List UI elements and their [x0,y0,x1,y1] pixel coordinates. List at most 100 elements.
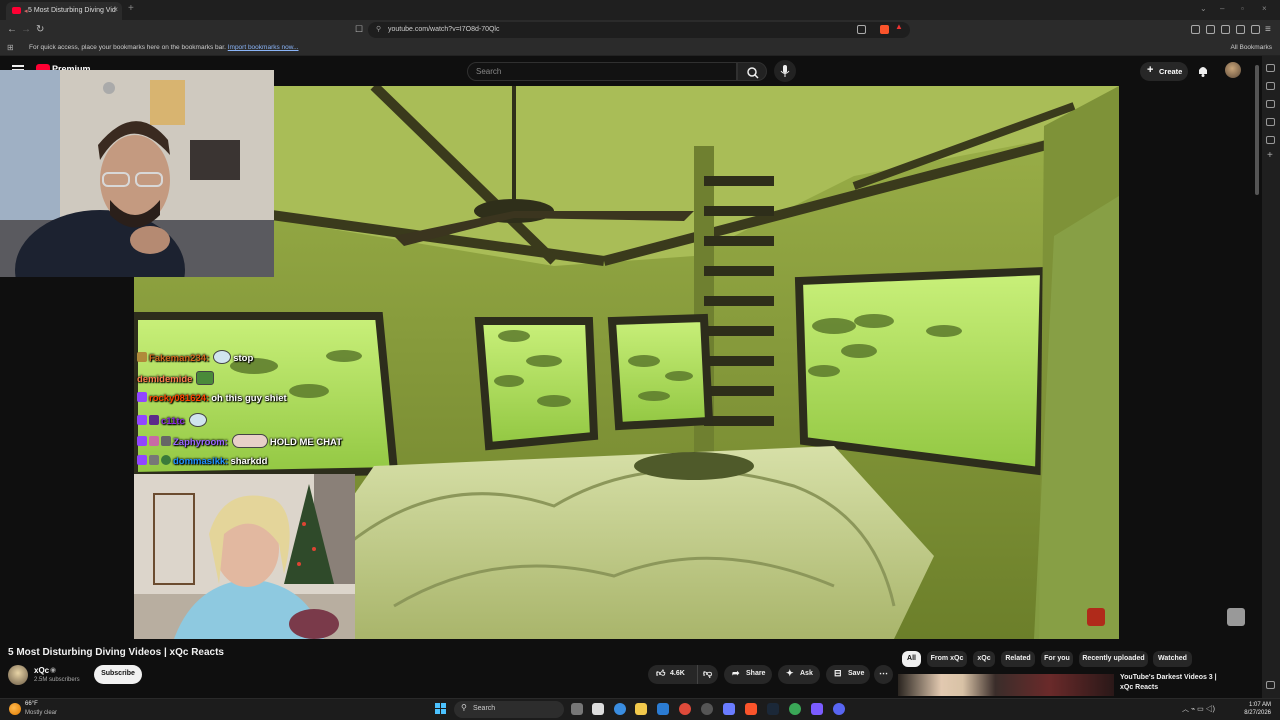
microphone-icon [780,65,790,77]
save-button[interactable]: ⊟ Save [826,665,870,684]
bookmarks-bar: ⊞ For quick access, place your bookmarks… [0,40,1280,56]
chip-all[interactable]: All [902,651,921,667]
brave-rewards-icon[interactable]: ▲ [895,22,904,31]
forward-button[interactable]: → [21,24,31,35]
chat-message: dommasikk: sharkdd [137,455,267,471]
chip-for-you[interactable]: For you [1041,651,1073,667]
chat-badge-icon [161,455,171,465]
close-window-button[interactable]: × [1262,4,1267,13]
brave-shield-icon[interactable] [880,25,889,34]
clock-date: 8/27/2026 [1244,710,1271,716]
menu-icon[interactable]: ≡ [1265,24,1271,35]
share-label: Share [746,670,766,677]
vpn-app-icon[interactable] [723,703,735,715]
taskbar-clock[interactable]: 1:07 AM 8/27/2026 [1241,701,1271,717]
chat-badge-icon [137,455,147,465]
sidebar-icon[interactable] [1221,25,1230,34]
bookmark-icon[interactable]: ☐ [355,24,363,35]
obs-icon[interactable] [701,703,713,715]
discord-icon[interactable] [833,703,845,715]
copilot-icon[interactable] [614,703,626,715]
more-horizontal-icon: ⋯ [879,668,888,678]
browser-tab[interactable]: ◂ 5 Most Disturbing Diving Vid × [6,2,122,20]
teams-icon[interactable] [811,703,823,715]
share-button[interactable]: ➦ Share [724,665,772,684]
sidebar-reading-list-icon[interactable] [1266,100,1275,108]
maximize-button[interactable]: ▫ [1241,4,1244,13]
dislike-button[interactable]: 👎︎ [697,665,717,684]
weather-moon-icon[interactable] [9,703,21,715]
app-icon[interactable] [789,703,801,715]
chip-recently-uploaded[interactable]: Recently uploaded [1079,651,1148,667]
wallet-icon[interactable] [1236,25,1245,34]
chat-badge-icon [137,392,147,402]
import-bookmarks-link[interactable]: Import bookmarks now... [228,44,299,51]
weather-temperature[interactable]: 66°F [25,701,38,707]
ask-button[interactable]: ✦ Ask [778,665,820,684]
brave-browser-icon[interactable] [745,703,757,715]
widgets-icon[interactable] [592,703,604,715]
browser-tab-strip: ◂ 5 Most Disturbing Diving Vid × + ⌄ – ▫… [0,0,1280,20]
sidebar-settings-icon[interactable] [1266,681,1275,689]
account-avatar[interactable] [1225,62,1241,78]
back-button[interactable]: ← [7,24,17,35]
close-tab-icon[interactable]: × [113,5,118,14]
recommended-video-thumbnail[interactable] [898,674,1114,696]
twitch-chat-overlay: Fakeman234: stop demidemide rocky081624: o… [137,350,387,472]
url-text: youtube.com/watch?v=I7O8d-70Qlc [388,26,500,33]
mail-icon[interactable] [657,703,669,715]
voice-search-button[interactable] [774,60,796,82]
chat-emote-icon [188,413,207,427]
site-info-icon[interactable]: ⚲ [376,25,381,33]
media-icon[interactable] [1206,25,1215,34]
chip-xqc[interactable]: xQc [973,651,995,667]
sidebar-add-icon[interactable]: + [1267,150,1273,161]
chip-watched[interactable]: Watched [1153,651,1192,667]
system-tray-icons[interactable]: ︿ ⌁ ▭ ◁) [1182,704,1215,714]
address-bar[interactable]: ⚲ youtube.com/watch?v=I7O8d-70Qlc [368,22,910,38]
sparkle-icon: ✦ [786,668,794,678]
taskbar-search-label: Search [473,705,496,712]
channel-avatar[interactable] [8,665,28,685]
search-button[interactable] [737,62,767,81]
more-actions-button[interactable]: ⋯ [874,665,893,684]
channel-name[interactable]: xQc [34,666,49,675]
chevron-down-icon[interactable]: ⌄ [1200,4,1207,13]
extensions-icon[interactable] [1191,25,1200,34]
clock-time: 1:07 AM [1248,702,1271,708]
create-button[interactable]: + Create [1140,62,1188,81]
chip-from-xqc[interactable]: From xQc [927,651,967,667]
file-explorer-icon[interactable] [635,703,647,715]
chat-badge-icon [137,352,147,362]
search-icon: ⚲ [461,703,467,712]
chrome-icon[interactable] [679,703,691,715]
minimize-button[interactable]: – [1220,4,1224,13]
sidebar-diamond-icon[interactable] [1266,64,1275,72]
notifications-bell-icon[interactable] [1197,64,1209,77]
cast-icon[interactable] [857,25,866,34]
steam-icon[interactable] [767,703,779,715]
windows-start-icon[interactable] [435,703,447,715]
chat-message: Zaphyroom: HOLD ME CHAT [137,434,342,450]
new-tab-button[interactable]: + [128,3,134,14]
search-icon [747,67,759,79]
chat-badge-icon [137,436,147,446]
task-view-icon[interactable] [571,703,583,715]
chat-text: sharkdd [230,456,268,467]
subscribe-button[interactable]: Subscribe [94,665,142,684]
apps-icon[interactable]: ⊞ [7,43,14,52]
page-scrollbar[interactable] [1255,65,1259,195]
sidebar-chat-icon[interactable] [1266,82,1275,90]
chat-text: HOLD ME CHAT [269,437,343,448]
all-bookmarks-button[interactable]: All Bookmarks [1230,44,1272,51]
sidebar-bookmarks-icon[interactable] [1266,118,1275,126]
reload-button[interactable]: ↻ [36,24,44,35]
sidebar-history-icon[interactable] [1266,136,1275,144]
search-input[interactable]: Search [467,62,737,81]
vpn-icon[interactable] [1251,25,1260,34]
chip-related[interactable]: Related [1001,651,1035,667]
weather-description[interactable]: Mostly clear [25,710,57,716]
recommended-video-title[interactable]: YouTube's Darkest Videos 3 | xQc Reacts [1120,673,1230,693]
taskbar-search-box[interactable]: ⚲ Search [454,701,564,718]
video-title: 5 Most Disturbing Diving Videos | xQc Re… [8,647,224,658]
